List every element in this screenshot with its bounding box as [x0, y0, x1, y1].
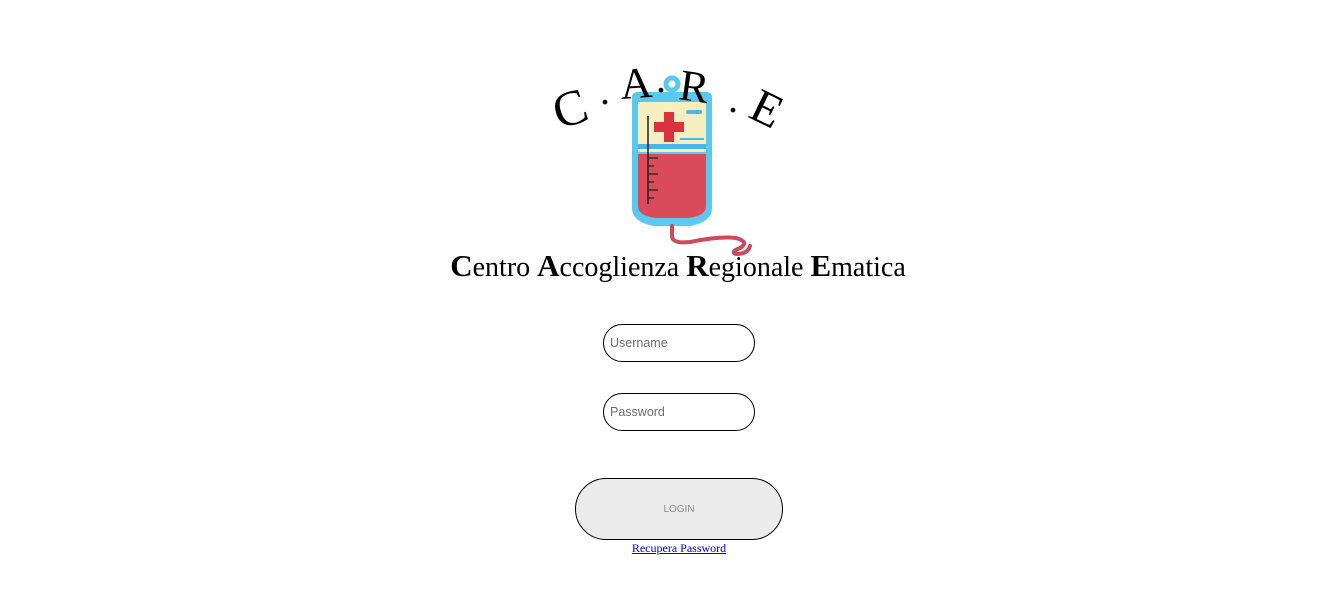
blood-bag-icon: C . A . R . E — [545, 56, 792, 257]
logo-letter-e: E — [742, 79, 792, 139]
logo-dot-2: . — [656, 56, 666, 101]
subtitle-word: egionale — [708, 252, 804, 283]
login-button[interactable]: LOGIN — [575, 478, 783, 540]
logo-dot-3: . — [728, 76, 738, 121]
logo-letter-c: C — [545, 76, 594, 140]
logo-dot-1: . — [600, 68, 610, 113]
subtitle-word: matica — [831, 252, 906, 283]
care-logo: C . A . R . E — [540, 40, 820, 260]
subtitle-word: entro — [472, 252, 531, 283]
subtitle-initial: E — [810, 248, 832, 283]
subtitle-initial: C — [450, 248, 473, 283]
password-input[interactable] — [603, 393, 755, 431]
recover-password-link[interactable]: Recupera Password — [579, 541, 779, 556]
subtitle-initial: A — [537, 248, 560, 283]
username-input[interactable] — [603, 324, 755, 362]
subtitle-initial: R — [686, 248, 709, 283]
login-page: C . A . R . E Centro Accoglienza Regiona… — [0, 0, 1334, 591]
subtitle-word: ccoglienza — [559, 252, 680, 283]
logo-letter-a: A — [619, 58, 654, 109]
organization-name: Centro Accoglienza Regionale Ematica — [440, 246, 916, 288]
